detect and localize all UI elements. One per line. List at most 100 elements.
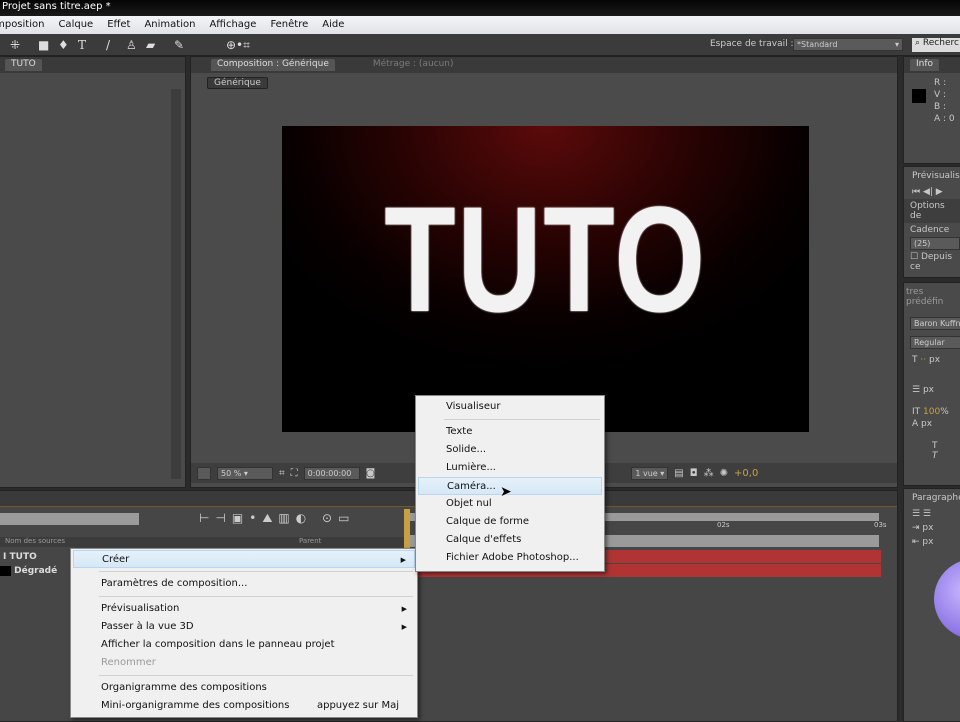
- character-title: tres prédéfin: [906, 287, 944, 307]
- menu-effet[interactable]: Effet: [107, 19, 130, 34]
- menu-item-texte[interactable]: Texte: [418, 423, 602, 441]
- info-r: R :: [934, 78, 947, 88]
- cadence-label: Cadence: [910, 225, 950, 235]
- timecode-field[interactable]: 0:00:00:00: [303, 466, 360, 480]
- baseline-field[interactable]: A px: [904, 417, 960, 431]
- mouse-cursor-icon: ➤: [500, 484, 512, 500]
- comp-breadcrumb[interactable]: Générique: [207, 77, 268, 89]
- menu-item-calque-effets[interactable]: Calque d'effets: [418, 531, 602, 549]
- menu-fenetre[interactable]: Fenêtre: [270, 19, 308, 34]
- always-preview-icon[interactable]: [197, 466, 211, 480]
- text-layer-icon: I: [3, 552, 7, 562]
- font-size-field[interactable]: T ·· px: [904, 349, 960, 371]
- menu-item-visualiseur[interactable]: Visualiseur: [418, 398, 602, 416]
- vertical-scale-field[interactable]: IT 100%: [904, 399, 960, 417]
- scrollbar[interactable]: [171, 89, 181, 479]
- timeline-search-input[interactable]: [0, 513, 139, 525]
- fast-preview-icon[interactable]: ◘: [690, 468, 698, 479]
- snapshot-icon[interactable]: ◙: [366, 468, 376, 479]
- tab-project[interactable]: TUTO: [5, 59, 42, 71]
- overlay-logo: [934, 559, 960, 639]
- clone-stamp-tool-icon[interactable]: ♙: [126, 38, 137, 52]
- faux-bold-button[interactable]: T T: [904, 431, 960, 471]
- menu-item-creer[interactable]: Créer ▶: [73, 550, 415, 568]
- column-parent[interactable]: Parent: [299, 537, 321, 545]
- region-of-interest-icon[interactable]: ⛶: [291, 468, 298, 479]
- indent-right-field[interactable]: ⇤ px: [904, 535, 960, 549]
- puppet-tool-icon[interactable]: ✎: [174, 38, 184, 52]
- layer-row[interactable]: Dégradé: [0, 564, 57, 578]
- paragraph-title: Paragraphe: [912, 493, 960, 503]
- grid-icon[interactable]: ⌗: [279, 468, 285, 479]
- search-help-input[interactable]: ⌕ Recherc: [912, 38, 960, 52]
- color-swatch: [912, 89, 926, 103]
- menu-separator: [99, 675, 413, 676]
- font-style-select[interactable]: Regular: [910, 336, 960, 349]
- preview-title: Prévisualis: [912, 171, 960, 181]
- composition-viewer[interactable]: TUTO: [282, 126, 809, 432]
- align-left-button[interactable]: ☰ ☰: [904, 507, 960, 521]
- cadence-select[interactable]: (25): [910, 237, 960, 250]
- info-v: V :: [934, 90, 947, 100]
- submenu-arrow-icon: ▶: [401, 623, 407, 631]
- menu-separator: [99, 596, 413, 597]
- toggle-pixel-icon[interactable]: ▤: [674, 468, 683, 479]
- current-time-indicator[interactable]: [404, 509, 410, 549]
- menu-affichage[interactable]: Affichage: [209, 19, 256, 34]
- menu-animation[interactable]: Animation: [144, 19, 195, 34]
- preview-options: Options de: [904, 199, 960, 223]
- menu-composition[interactable]: Composition: [0, 19, 44, 34]
- view-layout-select[interactable]: 1 vue ▾: [631, 466, 669, 480]
- menu-item-afficher-composition[interactable]: Afficher la composition dans le panneau …: [73, 636, 415, 654]
- indent-left-field[interactable]: ⇥ px: [904, 521, 960, 535]
- menu-item-mini-organigramme[interactable]: Mini-organigramme des compositions appuye…: [73, 697, 415, 715]
- search-icon: ⌕: [915, 38, 921, 48]
- menu-item-solide[interactable]: Solide...: [418, 441, 602, 459]
- font-size-icon: T: [912, 355, 918, 365]
- pen-tool-icon[interactable]: ♦: [58, 38, 69, 52]
- column-source-name[interactable]: Nom des sources: [5, 537, 65, 545]
- layer-row[interactable]: I TUTO: [0, 550, 57, 564]
- brush-tool-icon[interactable]: /: [106, 38, 110, 52]
- submenu-arrow-icon: ▶: [400, 556, 406, 564]
- character-panel: tres prédéfin Baron Kuffn Regular T ·· p…: [903, 282, 960, 486]
- pan-behind-tool-icon[interactable]: ⁜: [10, 38, 20, 52]
- text-tool-icon[interactable]: T: [78, 38, 86, 52]
- eraser-tool-icon[interactable]: ▰: [146, 38, 155, 52]
- tab-footage[interactable]: Métrage : (aucun): [373, 59, 454, 71]
- exposure-icon[interactable]: ✺: [720, 468, 728, 479]
- axis-mode-icon[interactable]: ⊕•⌗: [226, 38, 250, 53]
- exposure-value[interactable]: +0,0: [734, 468, 758, 479]
- info-a: A : 0: [934, 114, 955, 124]
- menu-item-organigramme[interactable]: Organigramme des compositions: [73, 679, 415, 697]
- preview-panel: Prévisualis ⏮ ◀| ▶ Options de Cadence (2…: [903, 166, 960, 278]
- time-tick: 02s: [717, 521, 730, 529]
- menu-item-vue-3d[interactable]: Passer à la vue 3D ▶: [73, 618, 415, 636]
- menu-shortcut-hint: appuyez sur Maj: [316, 700, 399, 711]
- preview-controls[interactable]: ⏮ ◀| ▶: [904, 185, 960, 199]
- magnification-select[interactable]: 50 % ▾: [217, 466, 273, 480]
- rectangle-tool-icon[interactable]: ■: [38, 38, 49, 52]
- from-current-checkbox[interactable]: ☐ Depuis ce: [904, 250, 960, 274]
- time-tick: 03s: [874, 521, 887, 529]
- menu-item-photoshop[interactable]: Fichier Adobe Photoshop...: [418, 549, 602, 567]
- font-select[interactable]: Baron Kuffn: [910, 317, 960, 330]
- menu-item-renommer: Renommer: [101, 657, 156, 668]
- tab-composition[interactable]: Composition : Générique: [211, 59, 335, 71]
- workspace-label: Espace de travail :: [710, 39, 794, 49]
- project-panel: TUTO: [0, 56, 186, 488]
- timeline-switches-icons[interactable]: ⊢⊣▣•⛰▥◐ ⊙▭: [199, 511, 355, 526]
- tools-toolbar: ⁜ ■ ♦ T / ♙ ▰ ✎ ⊕•⌗ Espace de travail : …: [0, 34, 960, 56]
- menu-aide[interactable]: Aide: [322, 19, 344, 34]
- tab-info[interactable]: Info: [910, 59, 940, 71]
- menu-item-previsualisation[interactable]: Prévisualisation ▶: [73, 600, 415, 618]
- flowchart-icon[interactable]: ⁂: [704, 468, 714, 479]
- leading-field[interactable]: ☰ px: [904, 371, 960, 399]
- menu-item-calque-forme[interactable]: Calque de forme: [418, 513, 602, 531]
- menu-item-lumiere[interactable]: Lumière...: [418, 459, 602, 477]
- menu-calque[interactable]: Calque: [58, 19, 93, 34]
- menu-separator: [444, 419, 600, 420]
- menu-bar: Composition Calque Effet Animation Affic…: [0, 16, 960, 34]
- workspace-select[interactable]: *Standard ▾: [793, 38, 903, 51]
- menu-item-parametres-composition[interactable]: Paramètres de composition...: [73, 575, 415, 593]
